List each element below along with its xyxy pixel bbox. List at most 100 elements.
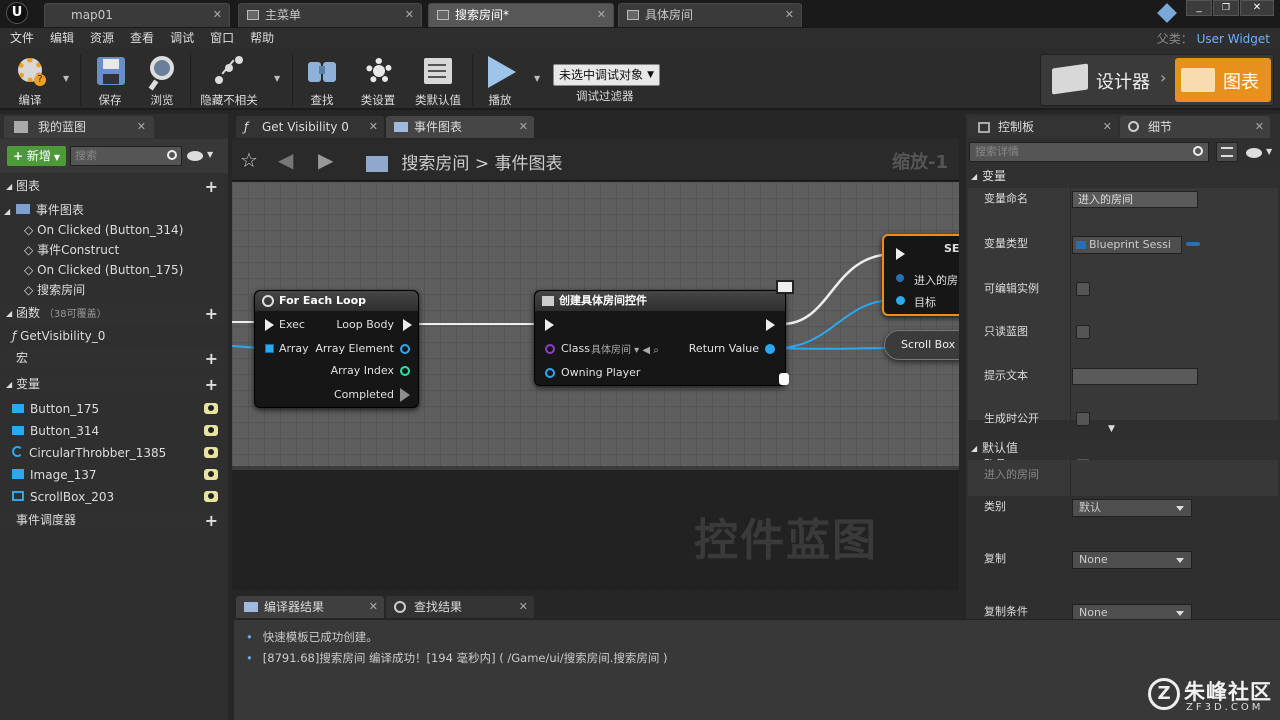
variable-row[interactable]: CircularThrobber_1385: [12, 443, 224, 463]
owning-player-pin[interactable]: [545, 368, 555, 378]
close-icon[interactable]: ✕: [1103, 116, 1112, 138]
close-icon[interactable]: ✕: [597, 4, 606, 26]
view-options-eye-icon[interactable]: [187, 151, 203, 161]
forward-arrow-icon[interactable]: ▶: [318, 148, 333, 172]
close-icon[interactable]: ✕: [213, 4, 222, 26]
close-icon[interactable]: ✕: [405, 4, 414, 26]
visibility-eye-icon[interactable]: [204, 403, 218, 414]
section-event-dispatchers[interactable]: 事件调度器 +: [2, 510, 224, 531]
favorite-star-icon[interactable]: ☆: [240, 148, 258, 172]
exec-in-pin[interactable]: [545, 319, 554, 331]
hide-unrelated-button[interactable]: 隐藏不相关: [196, 52, 262, 108]
menu-view[interactable]: 查看: [130, 28, 154, 48]
expose-on-spawn-checkbox[interactable]: [1076, 412, 1090, 426]
target-pin[interactable]: [896, 296, 905, 305]
section-graphs[interactable]: ◢ 图表 +: [2, 176, 224, 197]
variable-row[interactable]: Button_175: [12, 399, 224, 419]
tab-search-room[interactable]: 搜索房间* ✕: [428, 3, 614, 27]
tab-details[interactable]: 细节 ✕: [1120, 116, 1270, 138]
play-button[interactable]: 播放: [472, 52, 528, 108]
section-variables[interactable]: ◢ 变量 +: [2, 374, 224, 395]
tab-main-menu[interactable]: 主菜单 ✕: [238, 3, 422, 27]
instance-editable-checkbox[interactable]: [1076, 282, 1090, 296]
details-section-default-value[interactable]: ◢ 默认值: [968, 438, 1278, 459]
menu-debug[interactable]: 调试: [170, 28, 194, 48]
designer-mode-button[interactable]: 设计器 ›: [1046, 58, 1166, 102]
hide-unrelated-dropdown[interactable]: ▼: [274, 74, 280, 83]
close-icon[interactable]: ✕: [369, 116, 378, 138]
variable-row[interactable]: ScrollBox_203: [12, 487, 224, 507]
breadcrumb-root[interactable]: 搜索房间: [401, 154, 469, 174]
new-button[interactable]: + 新增 ▼: [7, 146, 66, 166]
exec-in-pin[interactable]: [896, 248, 905, 260]
browse-button[interactable]: 浏览: [134, 52, 190, 108]
variable-row[interactable]: Button_314: [12, 421, 224, 441]
menu-window[interactable]: 窗口: [210, 28, 234, 48]
visibility-eye-icon[interactable]: [204, 469, 218, 480]
add-function-icon[interactable]: +: [205, 303, 218, 324]
value-pin[interactable]: [896, 274, 904, 282]
for-each-loop-node[interactable]: For Each Loop Exec Array Loop Body Array…: [254, 290, 419, 408]
close-icon[interactable]: ✕: [369, 596, 378, 618]
set-variable-node[interactable]: SET 进入的房 目标: [882, 234, 959, 316]
exec-out-pin[interactable]: [403, 319, 412, 331]
array-pin[interactable]: [265, 344, 274, 353]
close-window-button[interactable]: ✕: [1240, 0, 1274, 16]
tab-my-blueprint[interactable]: 我的蓝图 ✕: [4, 116, 154, 138]
notification-icon[interactable]: [1157, 3, 1177, 23]
tab-find-results[interactable]: 查找结果 ✕: [386, 596, 534, 618]
tree-item-event[interactable]: ◇ 搜索房间: [24, 280, 224, 300]
tab-get-visibility[interactable]: ƒ Get Visibility 0 ✕: [236, 116, 384, 138]
create-widget-node[interactable]: 创建具体房间控件 Class 具体房间 ▾ ◀ ⌕ Return Value O…: [534, 290, 786, 386]
visibility-eye-icon[interactable]: [204, 425, 218, 436]
find-button[interactable]: 查找: [294, 52, 350, 108]
section-functions[interactable]: ◢ 函数 （38可覆盖） +: [2, 303, 224, 324]
tab-event-graph[interactable]: 事件图表 ✕: [386, 116, 534, 138]
my-blueprint-search-input[interactable]: 搜索: [70, 146, 182, 166]
close-icon[interactable]: ✕: [519, 596, 528, 618]
tree-item-event[interactable]: ◇ On Clicked (Button_175): [24, 260, 224, 280]
scroll-box-node[interactable]: Scroll Box 2: [884, 330, 959, 360]
back-arrow-icon[interactable]: ◀: [278, 148, 293, 172]
close-icon[interactable]: ✕: [785, 4, 794, 26]
menu-edit[interactable]: 编辑: [50, 28, 74, 48]
variable-name-input[interactable]: 进入的房间: [1072, 191, 1198, 208]
visibility-eye-icon[interactable]: [204, 491, 218, 502]
visibility-eye-icon[interactable]: [204, 447, 218, 458]
maximize-button[interactable]: ❐: [1213, 0, 1239, 16]
return-value-pin[interactable]: [765, 344, 775, 354]
debug-object-select[interactable]: 未选中调试对象 ▼: [553, 64, 660, 86]
details-section-variable[interactable]: ◢ 变量: [968, 166, 1278, 187]
save-button[interactable]: 保存: [82, 52, 138, 108]
variable-row[interactable]: Image_137: [12, 465, 224, 485]
tree-item-event-graph[interactable]: ◢ 事件图表: [4, 200, 224, 220]
tooltip-input[interactable]: [1072, 368, 1198, 385]
close-icon[interactable]: ✕: [1255, 116, 1264, 138]
compile-dropdown[interactable]: ▼: [63, 74, 69, 83]
play-dropdown[interactable]: ▼: [534, 74, 540, 83]
menu-asset[interactable]: 资源: [90, 28, 114, 48]
exec-out-pin[interactable]: [766, 319, 775, 331]
add-graph-icon[interactable]: +: [205, 176, 218, 197]
add-dispatcher-icon[interactable]: +: [205, 510, 218, 531]
add-variable-icon[interactable]: +: [205, 374, 218, 395]
tab-room-detail[interactable]: 具体房间 ✕: [618, 3, 802, 27]
property-matrix-icon[interactable]: [1216, 142, 1238, 162]
menu-help[interactable]: 帮助: [250, 28, 274, 48]
minimize-button[interactable]: _: [1186, 0, 1212, 16]
advanced-expand-icon[interactable]: ▼: [1108, 424, 1115, 434]
view-options-eye-icon[interactable]: [1246, 148, 1262, 158]
exec-in-pin[interactable]: [265, 319, 274, 331]
add-macro-icon[interactable]: +: [205, 348, 218, 369]
chevron-down-icon[interactable]: ▼: [207, 150, 213, 159]
class-select[interactable]: 具体房间 ▾ ◀ ⌕: [591, 341, 659, 356]
readonly-checkbox[interactable]: [1076, 325, 1090, 339]
container-type-icon[interactable]: [1186, 242, 1200, 246]
menu-file[interactable]: 文件: [10, 28, 34, 48]
variable-type-select[interactable]: Blueprint Sessi: [1072, 236, 1182, 254]
replication-select[interactable]: None: [1072, 551, 1192, 569]
object-out-pin[interactable]: [400, 344, 410, 354]
compile-button[interactable]: ? 编译: [2, 52, 58, 108]
tree-item-event[interactable]: ◇ On Clicked (Button_314): [24, 220, 224, 240]
graph-mode-button[interactable]: 图表: [1175, 58, 1271, 102]
